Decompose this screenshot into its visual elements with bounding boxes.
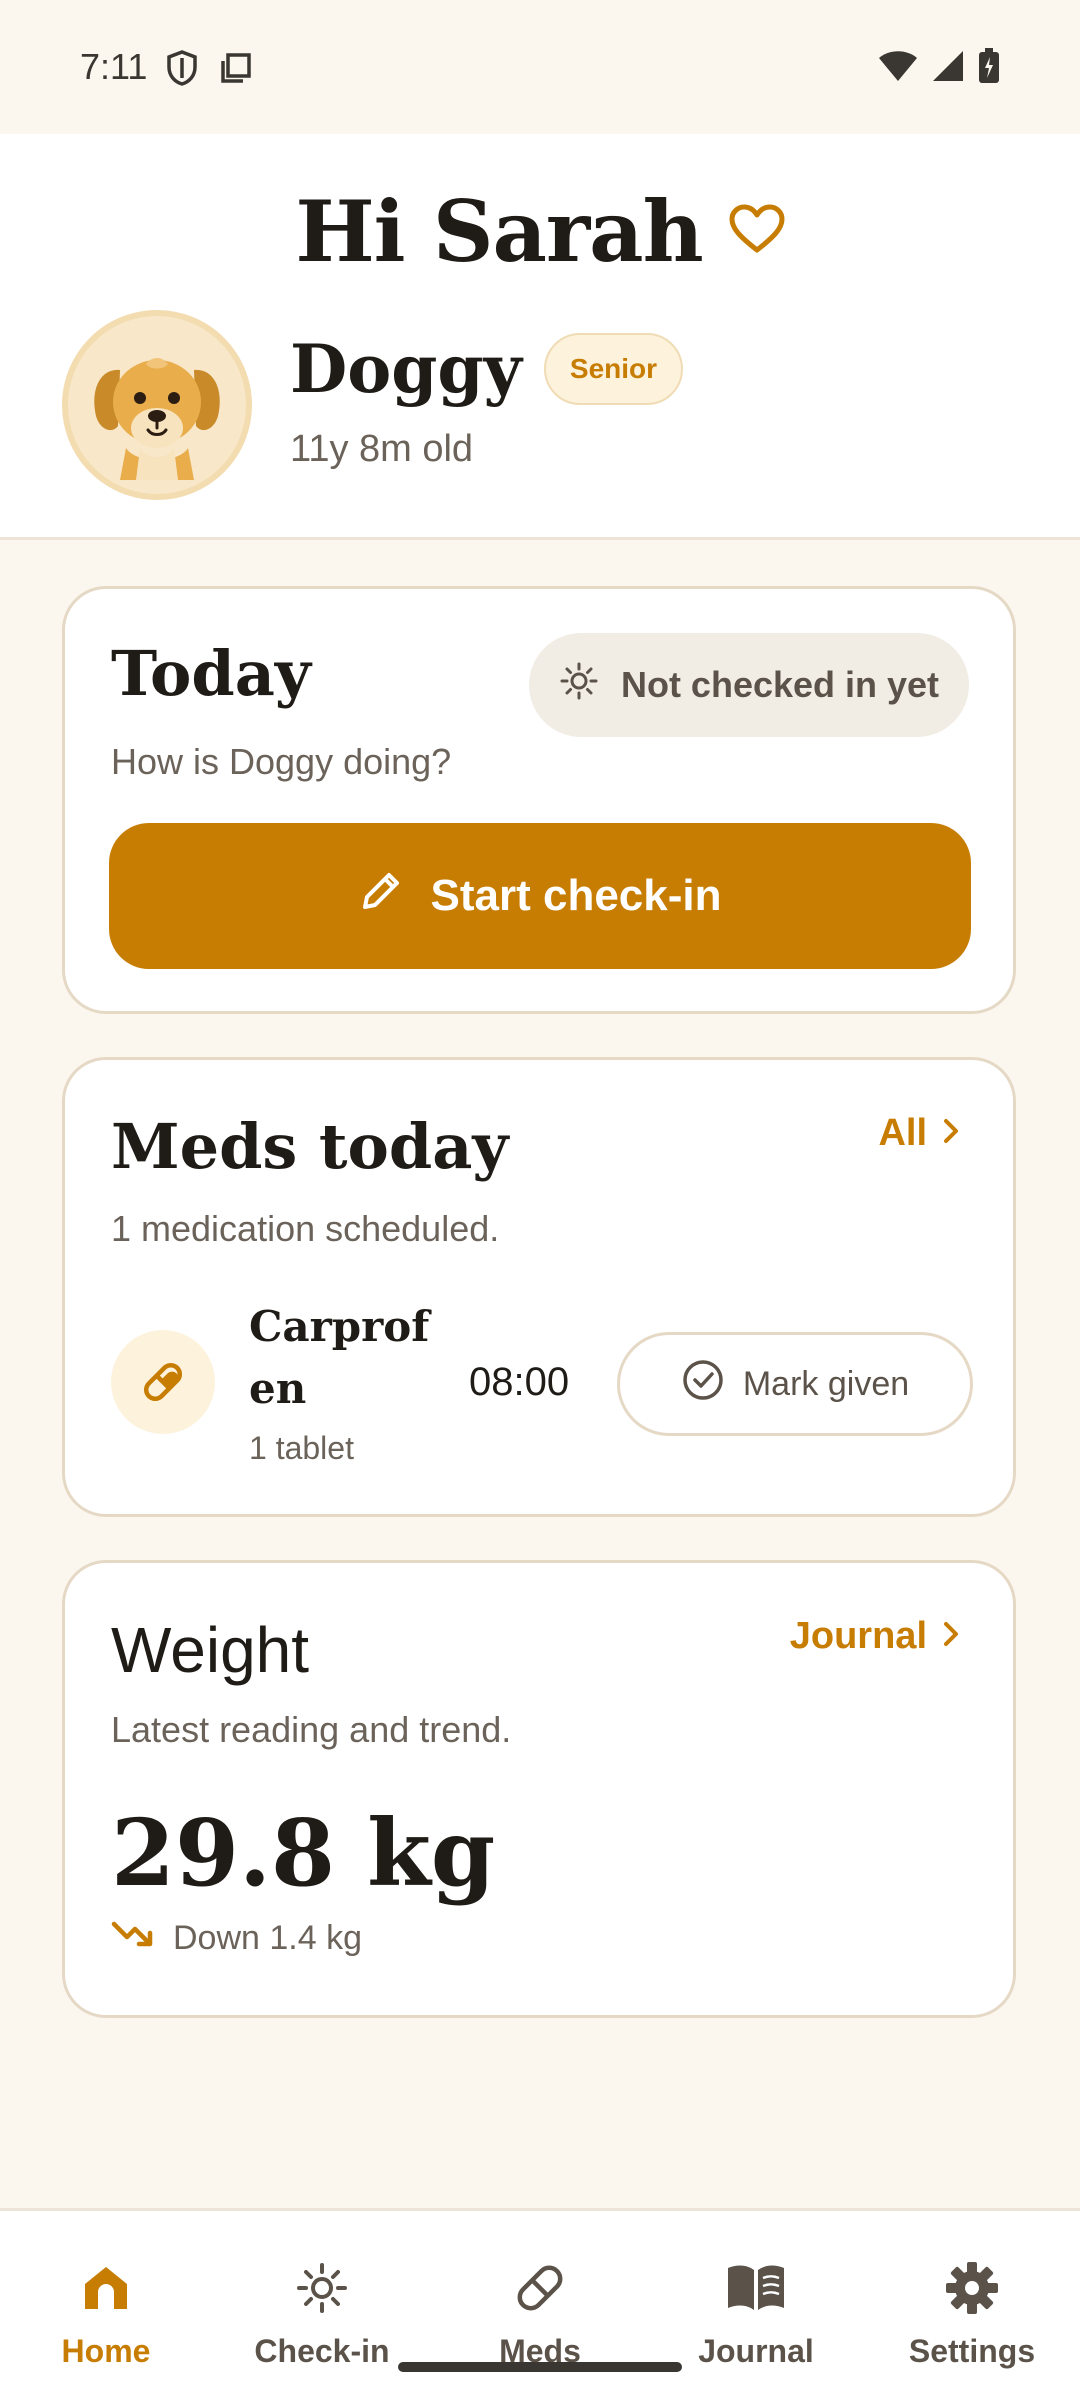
gear-icon [882,2255,1062,2321]
nav-label-settings: Settings [908,2333,1036,2369]
wifi-icon [878,50,918,87]
chevron-right-icon [941,1112,961,1155]
nav-item-meds[interactable]: Meds [450,2255,630,2370]
header: Hi Sarah Doggy Senior 11y 8m old [0,134,1080,540]
dog-face-icon [94,358,220,480]
pet-avatar[interactable] [62,310,252,500]
chevron-right-icon [941,1615,961,1658]
pill-icon [450,2255,630,2321]
nav-label-checkin: Check-in [254,2333,390,2369]
nav-item-home[interactable]: Home [16,2255,196,2370]
heart-icon[interactable] [729,204,785,259]
shield-icon [166,50,198,91]
status-left-icons [166,50,252,91]
weight-title: Weight [111,1614,310,1686]
weight-value: 29.8 kg [111,1799,496,1907]
signal-icon [932,50,964,87]
today-subtitle: How is Doggy doing? [111,741,452,782]
today-card: Today How is Doggy doing? Not checked in… [62,586,1016,1014]
pet-name: Doggy [290,330,522,408]
weight-trend: Down 1.4 kg [111,1919,362,1958]
greeting-title: Hi Sarah [295,182,703,281]
meds-subtitle: 1 medication scheduled. [111,1208,500,1249]
weight-journal-link[interactable]: Journal [790,1615,961,1658]
pet-age: 11y 8m old [290,428,474,470]
screenshot-icon [220,52,252,89]
med-name: Carprofen [249,1302,430,1413]
battery-icon [978,48,1000,89]
checkin-status-label: Not checked in yet [620,664,940,705]
book-icon [666,2255,846,2321]
weight-card: Weight Journal Latest reading and trend.… [62,1560,1016,2018]
med-time: 08:00 [469,1360,570,1404]
checkin-status-chip: Not checked in yet [529,633,969,737]
nav-label-home: Home [61,2333,151,2369]
trending-down-icon [111,1919,155,1958]
today-title: Today [111,637,311,710]
nav-item-settings[interactable]: Settings [882,2255,1062,2370]
start-checkin-button[interactable]: Start check-in [109,823,971,969]
status-bar: 7:11 [0,0,1080,134]
status-time: 7:11 [80,46,148,87]
home-icon [16,2255,196,2321]
meds-all-label: All [878,1112,927,1154]
mark-given-button[interactable]: Mark given [617,1332,973,1436]
pill-icon [111,1330,215,1434]
meds-title: Meds today [111,1110,509,1183]
pencil-icon [359,869,403,924]
checkin-icon [232,2255,412,2321]
meds-card: Meds today All 1 medication scheduled. C… [62,1057,1016,1517]
home-indicator[interactable] [398,2362,682,2372]
sun-icon [559,661,599,710]
weight-journal-label: Journal [789,1615,927,1657]
mark-given-label: Mark given [742,1364,910,1403]
greeting-row: Hi Sarah [0,182,1080,281]
med-dose: 1 tablet [249,1430,354,1466]
nav-label-journal: Journal [698,2333,814,2369]
meds-all-link[interactable]: All [878,1112,961,1155]
check-circle-icon [681,1358,725,1411]
weight-subtitle: Latest reading and trend. [111,1709,512,1750]
start-checkin-label: Start check-in [430,871,722,920]
nav-item-journal[interactable]: Journal [666,2255,846,2370]
nav-item-checkin[interactable]: Check-in [232,2255,412,2370]
senior-badge: Senior [543,333,684,405]
pet-name-row: Doggy Senior [290,330,684,408]
status-right-icons [878,48,1000,89]
weight-trend-label: Down 1.4 kg [173,1919,362,1957]
